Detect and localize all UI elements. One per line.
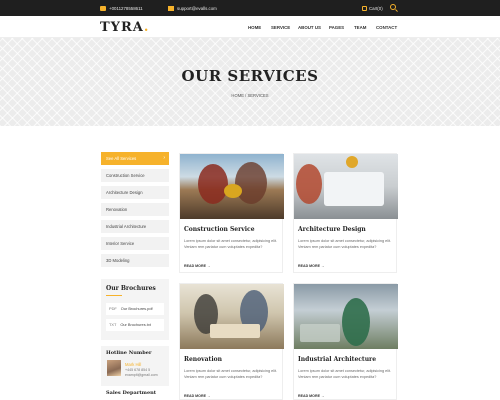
service-image[interactable] xyxy=(180,154,284,219)
sidebar-item-construction[interactable]: Construction Service xyxy=(101,169,169,182)
search-icon[interactable] xyxy=(390,4,396,10)
read-more-link[interactable]: READ MORE → xyxy=(184,394,211,398)
sidebar-item-label: See All Services xyxy=(106,156,137,161)
sidebar-item-label: Construction Service xyxy=(106,173,145,178)
contact-name: Mark Hill xyxy=(125,362,142,367)
chevron-right-icon: › xyxy=(163,155,165,161)
service-card-construction[interactable]: Construction Service Lorem ipsum dolor s… xyxy=(179,153,284,273)
services-sidebar-menu: See All Services › Construction Service … xyxy=(101,152,169,271)
service-description: Lorem ipsum dolor sit amet consectetur, … xyxy=(298,369,392,379)
service-description: Lorem ipsum dolor sit amet consectetur, … xyxy=(298,239,392,249)
brochure-pdf-link[interactable]: PDF Our Brochures.pdf xyxy=(106,303,164,315)
sidebar-item-label: Industrial Architecture xyxy=(106,224,147,229)
sidebar-item-label: Renovation xyxy=(106,207,128,212)
cart-icon xyxy=(362,5,367,11)
logo-dot: . xyxy=(143,20,150,35)
brochure-txt-link[interactable]: TXT Our Brochures.txt xyxy=(106,319,164,331)
brochure-name: Our Brochures.txt xyxy=(120,322,151,327)
contact-phone[interactable]: +445 678 854 5 xyxy=(125,368,150,372)
logo-text: TYRA xyxy=(100,20,144,35)
sidebar-item-label: Architecture Design xyxy=(106,190,143,195)
read-more-link[interactable]: READ MORE → xyxy=(298,264,325,268)
email-text: support@evalls.com xyxy=(177,5,217,11)
sidebar-item-industrial[interactable]: Industrial Architecture xyxy=(101,220,169,233)
service-title[interactable]: Industrial Architecture xyxy=(298,356,376,363)
service-description: Lorem ipsum dolor sit amet consectetur, … xyxy=(184,369,278,379)
page-title: OUR SERVICES xyxy=(181,67,319,85)
sidebar-item-label: 3D Modeling xyxy=(106,258,130,263)
main-header: TYRA. HOME SERVICE ABOUT US PAGES TEAM C… xyxy=(0,16,500,38)
service-title[interactable]: Renovation xyxy=(184,356,222,363)
service-image[interactable] xyxy=(294,154,398,219)
sidebar-item-label: Interior Service xyxy=(106,241,135,246)
service-card-industrial[interactable]: Industrial Architecture Lorem ipsum dolo… xyxy=(293,283,398,400)
nav-home[interactable]: HOME xyxy=(248,25,261,30)
cart-link[interactable]: Cart(0) xyxy=(362,4,383,12)
nav-service[interactable]: SERVICE xyxy=(271,25,290,30)
mail-icon xyxy=(168,5,174,11)
nav-pages[interactable]: PAGES xyxy=(329,25,344,30)
sidebar-item-all-services[interactable]: See All Services › xyxy=(101,152,169,165)
page-banner: OUR SERVICES HOME / SERVICES xyxy=(0,38,500,126)
service-image[interactable] xyxy=(294,284,398,349)
title-underline xyxy=(106,295,122,296)
brochures-title: Our Brochures xyxy=(106,285,156,292)
sidebar-item-interior[interactable]: Interior Service xyxy=(101,237,169,250)
sidebar-item-3d-modeling[interactable]: 3D Modeling xyxy=(101,254,169,267)
brochure-name: Our Brochures.pdf xyxy=(120,306,153,311)
service-description: Lorem ipsum dolor sit amet consectetur, … xyxy=(184,239,278,249)
phone-info[interactable]: +0011278558611 xyxy=(100,4,143,12)
email-info[interactable]: support@evalls.com xyxy=(168,4,217,12)
logo[interactable]: TYRA. xyxy=(100,20,149,35)
service-card-renovation[interactable]: Renovation Lorem ipsum dolor sit amet co… xyxy=(179,283,284,400)
sales-department-title: Sales Department xyxy=(106,390,157,396)
brochures-widget: Our Brochures PDF Our Brochures.pdf TXT Ou… xyxy=(101,279,169,340)
top-bar: +0011278558611 support@evalls.com Cart(0… xyxy=(0,0,500,16)
nav-contact[interactable]: CONTACT xyxy=(376,25,397,30)
hotline-title: Hotline Number xyxy=(106,350,152,356)
pdf-icon: PDF xyxy=(109,306,117,311)
sidebar-item-architecture[interactable]: Architecture Design xyxy=(101,186,169,199)
txt-icon: TXT xyxy=(109,322,117,327)
service-title[interactable]: Architecture Design xyxy=(298,226,366,233)
read-more-link[interactable]: READ MORE → xyxy=(298,394,325,398)
read-more-link[interactable]: READ MORE → xyxy=(184,264,211,268)
nav-about-us[interactable]: ABOUT US xyxy=(298,25,321,30)
avatar xyxy=(107,360,121,376)
nav-team[interactable]: TEAM xyxy=(354,25,366,30)
phone-text: +0011278558611 xyxy=(109,5,143,11)
hotline-widget: Hotline Number Mark Hill +445 678 854 5 … xyxy=(101,346,169,386)
contact-email[interactable]: examplt@gmail.com xyxy=(125,373,158,377)
breadcrumb[interactable]: HOME / SERVICES xyxy=(0,93,500,98)
service-image[interactable] xyxy=(180,284,284,349)
service-title[interactable]: Construction Service xyxy=(184,226,255,233)
service-card-architecture[interactable]: Architecture Design Lorem ipsum dolor si… xyxy=(293,153,398,273)
cart-text: Cart(0) xyxy=(369,5,383,11)
phone-icon xyxy=(100,5,106,11)
sidebar-item-renovation[interactable]: Renovation xyxy=(101,203,169,216)
